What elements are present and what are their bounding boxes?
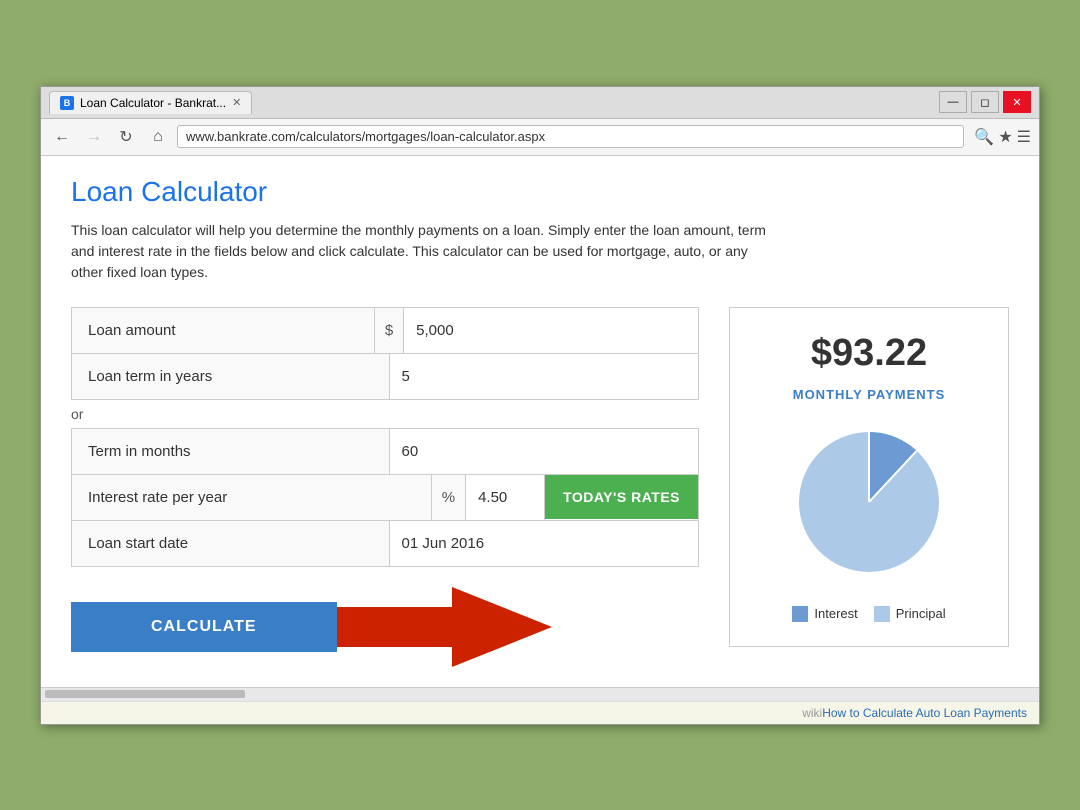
back-button[interactable]: ← <box>49 124 75 150</box>
window-controls: — ◻ ✕ <box>939 91 1031 113</box>
tab-close-icon[interactable]: ✕ <box>232 96 241 109</box>
legend-principal: Principal <box>874 606 946 622</box>
browser-window: B Loan Calculator - Bankrat... ✕ — ◻ ✕ ←… <box>40 86 1040 725</box>
loan-date-input[interactable] <box>389 521 699 566</box>
nav-icons: 🔍 ★ ☰ <box>974 127 1031 147</box>
pie-chart <box>789 422 949 582</box>
result-panel: $93.22 MONTHLY PAYMENTS <box>729 307 1009 647</box>
principal-color-box <box>874 606 890 622</box>
interest-label: Interest <box>814 606 857 621</box>
zoom-icon[interactable]: 🔍 <box>974 127 994 147</box>
form-section: Loan amount $ Loan term in years or Term… <box>71 307 699 667</box>
menu-icon[interactable]: ☰ <box>1017 127 1031 147</box>
calculator-layout: Loan amount $ Loan term in years or Term… <box>71 307 1009 667</box>
calculate-button[interactable]: CALCULATE <box>71 602 337 652</box>
reload-button[interactable]: ↻ <box>113 124 139 150</box>
interest-rate-row: Interest rate per year % TODAY'S RATES <box>71 475 699 521</box>
loan-amount-label: Loan amount <box>72 308 374 353</box>
bottom-scrollbar[interactable] <box>41 687 1039 701</box>
principal-label: Principal <box>896 606 946 621</box>
home-button[interactable]: ⌂ <box>145 124 171 150</box>
term-months-label: Term in months <box>72 429 389 474</box>
restore-button[interactable]: ◻ <box>971 91 999 113</box>
close-button[interactable]: ✕ <box>1003 91 1031 113</box>
page-title: Loan Calculator <box>71 176 1009 208</box>
monthly-payment-label: MONTHLY PAYMENTS <box>793 387 946 402</box>
url-bar <box>177 125 964 148</box>
page-description: This loan calculator will help you deter… <box>71 220 771 283</box>
red-arrow-icon <box>332 587 552 667</box>
forward-button[interactable]: → <box>81 124 107 150</box>
tab-title: Loan Calculator - Bankrat... <box>80 96 226 110</box>
url-input[interactable] <box>186 129 955 144</box>
loan-amount-prefix: $ <box>374 308 403 353</box>
bottom-scroll-thumb[interactable] <box>45 690 245 698</box>
loan-term-row: Loan term in years <box>71 354 699 400</box>
or-separator: or <box>71 400 699 428</box>
term-months-input[interactable] <box>389 429 699 474</box>
tab-favicon: B <box>60 96 74 110</box>
loan-amount-input[interactable] <box>403 308 698 353</box>
title-bar: B Loan Calculator - Bankrat... ✕ — ◻ ✕ <box>41 87 1039 119</box>
interest-prefix: % <box>431 475 465 520</box>
wiki-prefix: wiki <box>802 706 822 720</box>
interest-color-box <box>792 606 808 622</box>
interest-rate-input[interactable] <box>465 475 545 520</box>
wiki-footer: wiki How to Calculate Auto Loan Payments <box>41 701 1039 724</box>
term-months-row: Term in months <box>71 428 699 475</box>
todays-rates-button[interactable]: TODAY'S RATES <box>545 475 698 519</box>
bookmark-icon[interactable]: ★ <box>998 127 1012 147</box>
loan-term-input[interactable] <box>389 354 699 399</box>
chart-legend: Interest Principal <box>792 606 945 622</box>
pie-chart-svg <box>789 422 949 582</box>
interest-rate-label: Interest rate per year <box>72 475 431 520</box>
loan-term-label: Loan term in years <box>72 354 389 399</box>
loan-date-row: Loan start date <box>71 521 699 567</box>
loan-amount-row: Loan amount $ <box>71 307 699 354</box>
wiki-link[interactable]: How to Calculate Auto Loan Payments <box>822 706 1027 720</box>
minimize-button[interactable]: — <box>939 91 967 113</box>
browser-tab[interactable]: B Loan Calculator - Bankrat... ✕ <box>49 91 252 114</box>
calculate-section: CALCULATE <box>71 587 699 667</box>
monthly-payment-amount: $93.22 <box>811 332 927 375</box>
legend-interest: Interest <box>792 606 857 622</box>
page-content: Loan Calculator This loan calculator wil… <box>41 156 1039 687</box>
loan-date-label: Loan start date <box>72 521 389 566</box>
nav-bar: ← → ↻ ⌂ 🔍 ★ ☰ <box>41 119 1039 156</box>
